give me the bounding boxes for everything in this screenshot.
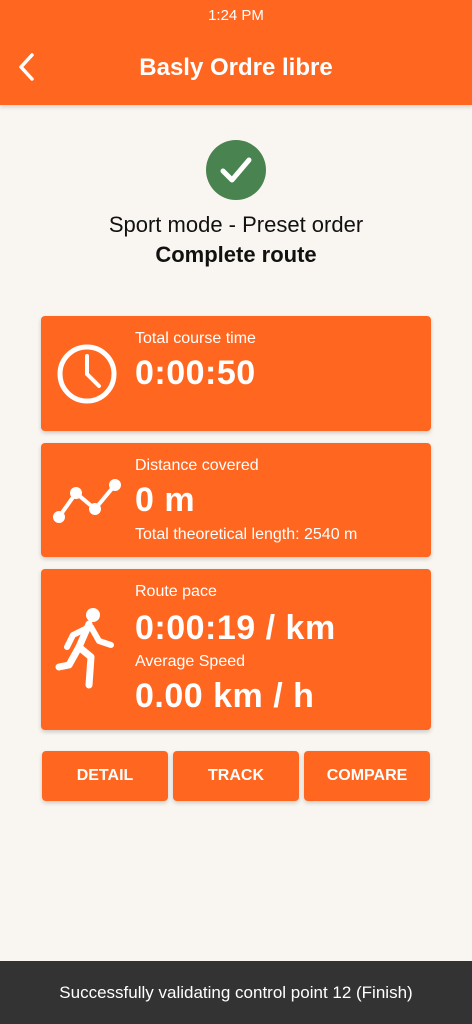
route-status-text: Complete route <box>155 242 317 267</box>
clock-icon <box>57 344 117 404</box>
compare-button[interactable]: COMPARE <box>304 751 430 801</box>
course-time-value: 0:00:50 <box>135 354 256 392</box>
course-time-label: Total course time <box>135 330 256 347</box>
pace-card: Route pace 0:00:19 / km Average Speed 0.… <box>41 569 431 730</box>
status-bar-time: 1:24 PM <box>208 7 264 24</box>
average-speed-label: Average Speed <box>135 653 246 670</box>
runner-icon <box>55 608 114 689</box>
distance-value: 0 m <box>135 481 196 519</box>
distance-card: Distance covered 0 m Total theoretical l… <box>41 443 431 557</box>
pace-label: Route pace <box>135 583 217 600</box>
track-button[interactable]: TRACK <box>173 751 299 801</box>
average-speed-value: 0.00 km / h <box>135 677 315 715</box>
app-header: 1:24 PM Basly Ordre libre <box>0 0 472 105</box>
toast-message: Successfully validating control point 12… <box>0 961 472 1024</box>
route-line-icon <box>53 479 121 523</box>
detail-button[interactable]: DETAIL <box>42 751 168 801</box>
pace-value: 0:00:19 / km <box>135 609 336 647</box>
check-circle-icon <box>206 140 266 200</box>
theoretical-length-text: Total theoretical length: 2540 m <box>135 526 358 543</box>
page-title: Basly Ordre libre <box>139 54 333 81</box>
course-time-card: Total course time 0:00:50 <box>41 316 431 431</box>
distance-label: Distance covered <box>135 457 259 474</box>
sport-mode-text: Sport mode - Preset order <box>108 212 364 237</box>
